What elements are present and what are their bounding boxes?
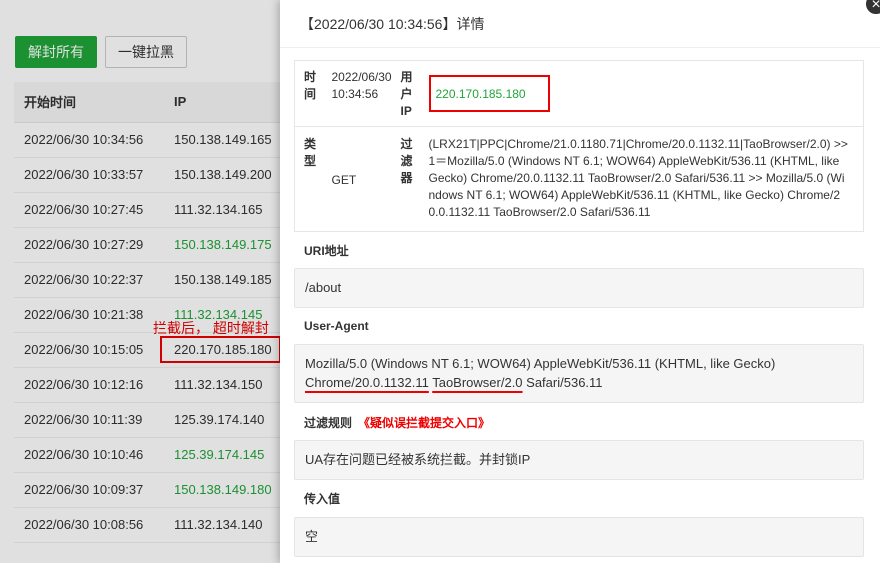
drawer-title: 【2022/06/30 10:34:56】详情: [280, 0, 880, 48]
ua-text-plain: Mozilla/5.0 (Windows NT 6.1; WOW64) Appl…: [305, 356, 776, 371]
filter-rule-label: 过滤规则 《疑似误拦截提交入口》: [304, 414, 490, 431]
false-block-report-link[interactable]: 《疑似误拦截提交入口》: [358, 416, 490, 430]
request-info-table: 时间 2022/06/30 10:34:56 用户IP 220.170.185.…: [294, 60, 864, 232]
ua-chrome-highlight: Chrome/20.0.1132.11: [305, 375, 429, 390]
filter-label-text: 过滤器: [400, 137, 413, 185]
user-ip-label: 用户IP: [401, 69, 429, 120]
time-label-text: 时间: [304, 70, 317, 101]
info-row-time-ip: 时间 2022/06/30 10:34:56 用户IP 220.170.185.…: [294, 60, 864, 127]
user-agent-label: User-Agent: [304, 319, 369, 333]
user-ip-value: 220.170.185.180: [428, 75, 550, 112]
time-label: 时间: [294, 60, 319, 127]
info-row-type-filter: 类型 GET 过滤器 (LRX21T|PPC|Chrome/21.0.1180.…: [294, 126, 864, 232]
filter-value: (LRX21T|PPC|Chrome/21.0.1180.71|Chrome/2…: [428, 137, 848, 219]
filter-inner: 过滤器 (LRX21T|PPC|Chrome/21.0.1180.71|Chro…: [401, 136, 849, 225]
filter-rule-label-text: 过滤规则: [304, 416, 353, 430]
ua-taobrowser-highlight: TaoBrowser/2.0: [432, 375, 523, 390]
filter-cell: 过滤器 (LRX21T|PPC|Chrome/21.0.1180.71|Chro…: [396, 126, 864, 232]
type-label-text: 类型: [304, 137, 317, 168]
user-ip-inner: 用户IP 220.170.185.180: [401, 69, 550, 120]
ua-text-tail: Safari/536.11: [522, 375, 603, 390]
user-ip-cell: 用户IP 220.170.185.180: [396, 60, 864, 127]
type-value: GET: [318, 126, 397, 232]
user-ip-label-text: 用户IP: [400, 70, 413, 118]
filter-label: 过滤器: [401, 136, 429, 225]
filter-rule-value: UA存在问题已经被系统拦截。并封锁IP: [294, 440, 864, 480]
user-ip-value-cell: 220.170.185.180: [428, 69, 550, 120]
type-label: 类型: [294, 126, 319, 232]
input-value: 空: [294, 517, 864, 557]
uri-label: URI地址: [304, 244, 349, 258]
time-value: 2022/06/30 10:34:56: [318, 60, 397, 127]
user-agent-value: Mozilla/5.0 (Windows NT 6.1; WOW64) Appl…: [294, 344, 864, 403]
input-value-label: 传入值: [304, 492, 341, 506]
detail-drawer: 【2022/06/30 10:34:56】详情 × 时间 2022/06/30 …: [280, 0, 880, 563]
uri-value: /about: [294, 268, 864, 308]
